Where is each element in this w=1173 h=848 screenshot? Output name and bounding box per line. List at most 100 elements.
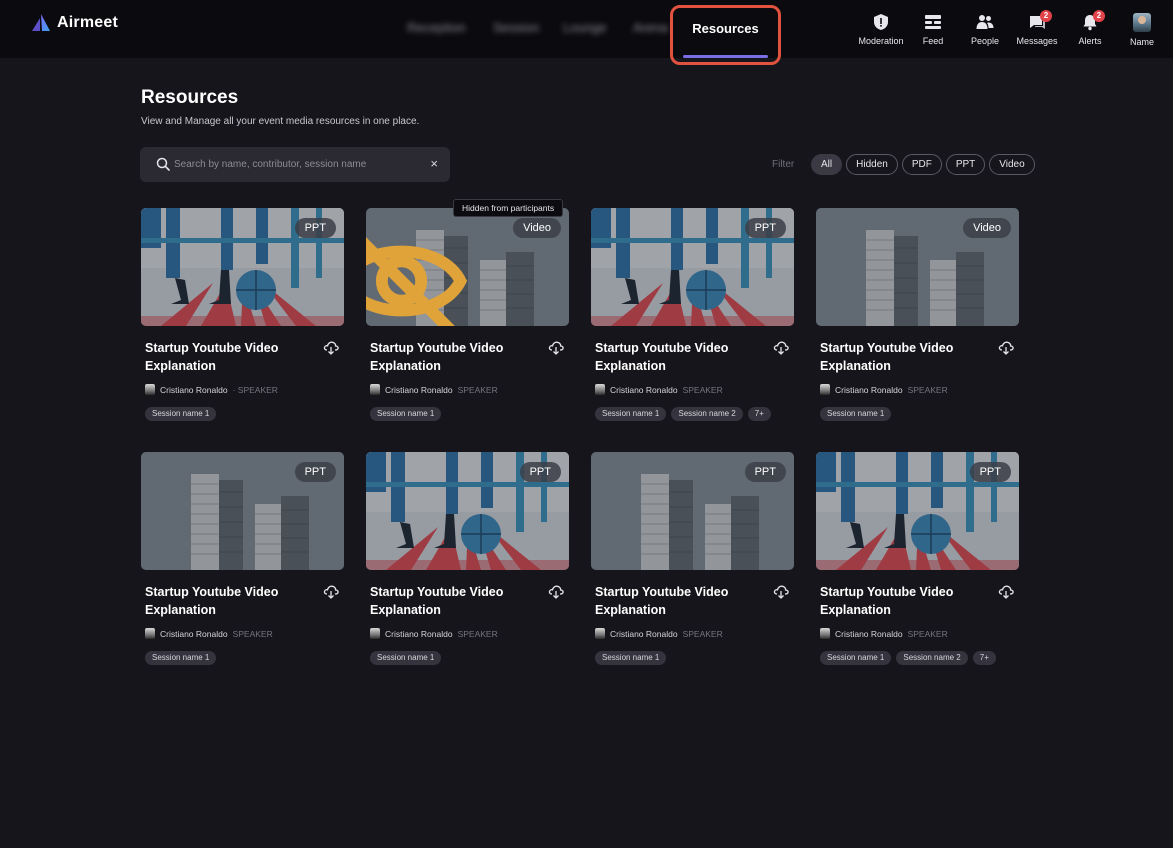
resource-card[interactable]: Video Startup Youtube Video Explanation … [366,208,569,428]
session-list: Session name 1 [370,407,442,421]
download-icon[interactable] [548,585,564,599]
resource-thumbnail[interactable]: Video [366,208,569,326]
filter-chips: All Hidden PDF PPT Video [811,154,1035,175]
contributor-name[interactable]: Cristiano Ronaldo [610,385,678,395]
people-icon [976,15,994,29]
session-chip[interactable]: Session name 1 [820,651,892,665]
contributor-role: SPEAKER [232,628,273,639]
session-chip[interactable]: Session name 1 [820,407,892,421]
resource-card[interactable]: PPT Startup Youtube Video Explanation Cr… [816,452,1019,672]
contributor-name[interactable]: Cristiano Ronaldo [385,385,453,395]
filter-chip-hidden[interactable]: Hidden [846,154,898,175]
contributor-name[interactable]: Cristiano Ronaldo [385,629,453,639]
nav-tab-resources[interactable]: Resources [670,5,781,65]
contributor-role: · SPEAKER [232,384,278,395]
resource-thumbnail[interactable]: PPT [366,452,569,570]
feed-label: Feed [922,36,944,46]
contributor-name[interactable]: Cristiano Ronaldo [160,629,228,639]
profile-button[interactable]: Name [1112,13,1172,47]
download-icon[interactable] [998,585,1014,599]
download-icon[interactable] [323,341,339,355]
resource-type-tag: PPT [969,462,1011,482]
eye-off-icon[interactable] [366,222,503,326]
session-chip[interactable]: Session name 1 [595,407,667,421]
contributor-avatar [820,384,830,395]
filter-chip-video[interactable]: Video [989,154,1035,175]
resource-title[interactable]: Startup Youtube Video Explanation [145,339,305,375]
resource-thumbnail[interactable]: PPT [141,452,344,570]
download-icon[interactable] [323,585,339,599]
nav-tab-resources-label: Resources [692,21,759,36]
contributor-name[interactable]: Cristiano Ronaldo [835,385,903,395]
resource-card[interactable]: PPT Startup Youtube Video Explanation Cr… [141,452,344,672]
moderation-button[interactable]: Moderation [851,13,911,46]
resource-card[interactable]: PPT Startup Youtube Video Explanation Cr… [141,208,344,428]
session-chip[interactable]: Session name 1 [145,407,217,421]
filter-chip-ppt[interactable]: PPT [945,154,986,175]
session-chip[interactable]: Session name 2 [896,651,968,665]
filter-label: Filter [772,159,795,170]
contributor-name[interactable]: Cristiano Ronaldo [610,629,678,639]
download-icon[interactable] [998,341,1014,355]
download-icon[interactable] [773,585,789,599]
resource-type-tag: PPT [519,462,561,482]
resource-title[interactable]: Startup Youtube Video Explanation [370,339,530,375]
session-chip[interactable]: 7+ [747,407,771,421]
alerts-button[interactable]: 2 Alerts [1060,10,1120,46]
contributor: Cristiano Ronaldo SPEAKER [370,628,498,639]
moderation-label: Moderation [858,36,904,46]
resource-card[interactable]: PPT Startup Youtube Video Explanation Cr… [591,452,794,672]
active-tab-indicator [683,55,768,58]
nav-tab-session[interactable]: Session [493,20,539,35]
resource-thumbnail[interactable]: PPT [816,452,1019,570]
resource-title[interactable]: Startup Youtube Video Explanation [145,583,305,619]
people-button[interactable]: People [955,13,1015,46]
resource-thumbnail[interactable]: Video [816,208,1019,326]
resource-thumbnail[interactable]: PPT [591,208,794,326]
nav-tab-reception[interactable]: Reception [407,20,466,35]
search-input[interactable] [174,147,424,182]
page-title: Resources [141,87,239,108]
nav-tab-lounge[interactable]: Lounge [563,20,606,35]
session-chip[interactable]: Session name 1 [370,651,442,665]
contributor-role: SPEAKER [682,384,723,395]
download-icon[interactable] [773,341,789,355]
clear-search-button[interactable]: × [430,157,438,171]
resource-title[interactable]: Startup Youtube Video Explanation [370,583,530,619]
contributor-avatar [595,628,605,639]
contributor-role: SPEAKER [457,384,498,395]
airmeet-logo[interactable]: Airmeet [31,13,118,33]
session-chip[interactable]: Session name 2 [671,407,743,421]
resource-title[interactable]: Startup Youtube Video Explanation [820,583,980,619]
feed-icon [925,15,941,29]
alerts-badge: 2 [1093,10,1105,22]
messages-badge: 2 [1040,10,1052,22]
filter-chip-all[interactable]: All [811,154,843,175]
contributor-role: SPEAKER [457,628,498,639]
nav-tab-arena[interactable]: Arena [633,20,669,35]
session-chip[interactable]: Session name 1 [595,651,667,665]
download-icon[interactable] [548,341,564,355]
resource-title[interactable]: Startup Youtube Video Explanation [820,339,980,375]
resource-thumbnail[interactable]: PPT [591,452,794,570]
filter-chip-pdf[interactable]: PDF [901,154,942,175]
resource-card[interactable]: Video Startup Youtube Video Explanation … [816,208,1019,428]
messages-button[interactable]: 2 Messages [1007,10,1067,46]
resource-thumbnail[interactable]: PPT [141,208,344,326]
resource-card[interactable]: PPT Startup Youtube Video Explanation Cr… [366,452,569,672]
resource-title[interactable]: Startup Youtube Video Explanation [595,583,755,619]
contributor: Cristiano Ronaldo SPEAKER [820,628,948,639]
top-bar: Airmeet Reception Session Lounge Arena R… [0,0,1173,65]
session-chip[interactable]: Session name 1 [145,651,217,665]
feed-button[interactable]: Feed [903,13,963,46]
contributor-avatar [370,628,380,639]
session-chip[interactable]: Session name 1 [370,407,442,421]
contributor-name[interactable]: Cristiano Ronaldo [835,629,903,639]
contributor-name[interactable]: Cristiano Ronaldo [160,385,228,395]
resource-card[interactable]: PPT Startup Youtube Video Explanation Cr… [591,208,794,428]
resource-title[interactable]: Startup Youtube Video Explanation [595,339,755,375]
session-list: Session name 1 [820,407,892,421]
session-list: Session name 1 Session name 2 7+ [595,407,771,421]
session-chip[interactable]: 7+ [972,651,996,665]
session-list: Session name 1 [370,651,442,665]
